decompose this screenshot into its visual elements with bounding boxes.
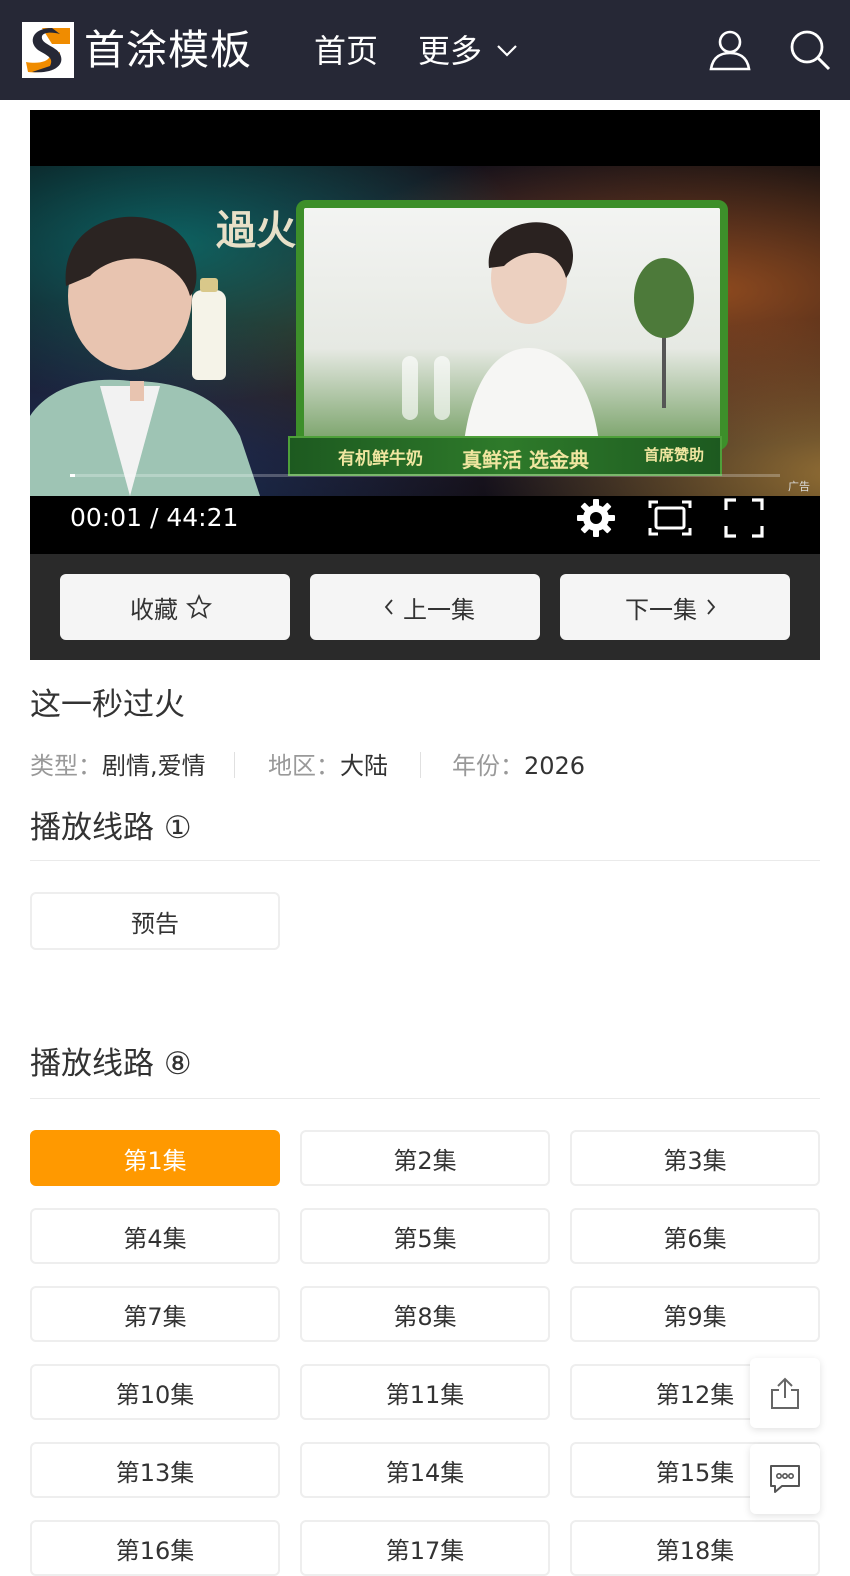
source-title: 播放线路 ①: [30, 810, 192, 846]
settings-icon[interactable]: [576, 498, 616, 538]
nav-more[interactable]: 更多: [418, 30, 518, 72]
episode-button[interactable]: 第3集: [570, 1130, 820, 1186]
episode-button[interactable]: 第5集: [300, 1208, 550, 1264]
ad-green-frame: [296, 200, 728, 450]
episode-button[interactable]: 第8集: [300, 1286, 550, 1342]
section-divider: [30, 1098, 820, 1099]
episode-button[interactable]: 第2集: [300, 1130, 550, 1186]
picture-in-picture-icon[interactable]: [648, 498, 692, 538]
milk-bottle-image: [192, 278, 226, 380]
chevron-right-icon: [707, 599, 716, 615]
site-name[interactable]: 首涂模板: [84, 24, 252, 76]
meta-region: 地区：大陆: [268, 752, 388, 780]
user-icon[interactable]: [708, 28, 752, 72]
section-divider: [30, 860, 820, 861]
prev-episode-label: 上一集: [403, 595, 475, 624]
next-episode-label: 下一集: [625, 595, 697, 624]
video-title: 这一秒过火: [30, 687, 185, 723]
episode-button[interactable]: 第13集: [30, 1442, 280, 1498]
episode-button[interactable]: 第7集: [30, 1286, 280, 1342]
share-icon: [771, 1377, 799, 1409]
next-episode-button[interactable]: 下一集: [560, 574, 790, 640]
ad-label: 广告: [788, 480, 810, 493]
favorite-label: 收藏: [130, 595, 178, 624]
ad-sponsor-bar: 有机鲜牛奶 真鲜活 选金典 首席赞助: [288, 436, 722, 476]
meta-year: 年份：2026: [452, 752, 586, 780]
video-player[interactable]: 過火 有机鲜牛奶 真鲜活 选金典 首席赞助 广告 00:01 / 44:21: [30, 110, 820, 554]
top-header: 首涂模板 首页 更多: [0, 0, 850, 100]
meta-divider: [420, 752, 421, 778]
comment-button[interactable]: [750, 1444, 820, 1514]
episode-button[interactable]: 第11集: [300, 1364, 550, 1420]
episode-button[interactable]: 预告: [30, 892, 280, 950]
share-button[interactable]: [750, 1358, 820, 1428]
episode-button[interactable]: 第6集: [570, 1208, 820, 1264]
fullscreen-icon[interactable]: [724, 498, 764, 538]
comment-icon: [770, 1465, 800, 1493]
chevron-left-icon: [384, 599, 393, 615]
episode-button[interactable]: 第18集: [570, 1520, 820, 1576]
meta-genre: 类型：剧情,爱情: [30, 752, 206, 780]
plant-image: [634, 258, 694, 408]
episode-action-bar: 收藏 上一集 下一集: [30, 554, 820, 660]
ad-person-right: [464, 222, 599, 442]
prev-episode-button[interactable]: 上一集: [310, 574, 540, 640]
episode-button[interactable]: 第17集: [300, 1520, 550, 1576]
ad-video-frame[interactable]: 過火 有机鲜牛奶 真鲜活 选金典 首席赞助 广告: [30, 166, 820, 496]
episode-button[interactable]: 第4集: [30, 1208, 280, 1264]
meta-divider: [234, 752, 235, 778]
ad-title-art: 過火: [216, 207, 296, 254]
nav-more-label: 更多: [418, 32, 483, 70]
time-display: 00:01 / 44:21: [70, 503, 239, 532]
source-title: 播放线路 ⑧: [30, 1046, 192, 1082]
episode-button[interactable]: 第1集: [30, 1130, 280, 1186]
pause-icon[interactable]: [402, 356, 450, 420]
episode-button[interactable]: 第14集: [300, 1442, 550, 1498]
episode-button[interactable]: 第16集: [30, 1520, 280, 1576]
search-icon[interactable]: [788, 28, 832, 72]
episode-button[interactable]: 第10集: [30, 1364, 280, 1420]
nav-home[interactable]: 首页: [314, 30, 378, 72]
chevron-down-icon: [497, 45, 517, 57]
star-icon: [186, 594, 212, 619]
favorite-button[interactable]: 收藏: [60, 574, 290, 640]
episode-button[interactable]: 第9集: [570, 1286, 820, 1342]
progress-bar[interactable]: [70, 474, 780, 477]
site-logo[interactable]: [22, 22, 74, 78]
